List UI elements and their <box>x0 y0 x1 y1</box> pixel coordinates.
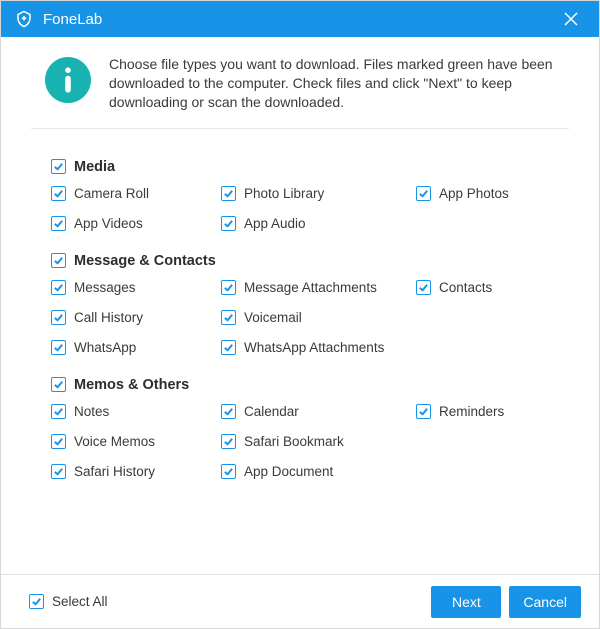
item-label: App Photos <box>439 186 509 201</box>
item-label: Safari History <box>74 464 155 479</box>
file-type-item[interactable]: WhatsApp <box>51 337 221 359</box>
group: Memos & Others Notes Calendar Reminders Voic… <box>51 377 577 483</box>
item-checkbox[interactable] <box>51 340 66 355</box>
group-checkbox[interactable] <box>51 159 66 174</box>
group-title: Media <box>74 159 115 175</box>
info-icon <box>45 57 91 103</box>
close-icon <box>563 11 579 27</box>
item-label: Messages <box>74 280 136 295</box>
item-checkbox[interactable] <box>221 464 236 479</box>
item-label: App Document <box>244 464 333 479</box>
file-type-item[interactable]: Notes <box>51 401 221 423</box>
group-title: Memos & Others <box>74 377 189 393</box>
file-type-item[interactable]: App Videos <box>51 213 221 235</box>
content-area: Choose file types you want to download. … <box>1 37 599 574</box>
grid-spacer <box>416 307 546 329</box>
file-type-item[interactable]: App Document <box>221 461 416 483</box>
groups-container: Media Camera Roll Photo Library App Photos A… <box>23 141 577 574</box>
item-checkbox[interactable] <box>221 310 236 325</box>
file-type-item[interactable]: Voice Memos <box>51 431 221 453</box>
select-all-row[interactable]: Select All <box>29 591 423 613</box>
item-label: Call History <box>74 310 143 325</box>
group: Media Camera Roll Photo Library App Photos A… <box>51 159 577 235</box>
item-checkbox[interactable] <box>221 340 236 355</box>
file-type-item[interactable]: Contacts <box>416 277 546 299</box>
item-label: Calendar <box>244 404 299 419</box>
file-type-item[interactable]: Safari History <box>51 461 221 483</box>
item-label: App Audio <box>244 216 306 231</box>
file-type-item[interactable]: Calendar <box>221 401 416 423</box>
divider <box>31 128 569 129</box>
item-checkbox[interactable] <box>416 404 431 419</box>
file-type-item[interactable]: Camera Roll <box>51 183 221 205</box>
item-label: Photo Library <box>244 186 324 201</box>
item-label: WhatsApp Attachments <box>244 340 384 355</box>
app-window: FoneLab Choose file types you want to do… <box>0 0 600 629</box>
group-grid: Camera Roll Photo Library App Photos App Vi… <box>51 183 577 235</box>
file-type-item[interactable]: Voicemail <box>221 307 416 329</box>
intro-text: Choose file types you want to download. … <box>109 55 569 112</box>
group: Message & Contacts Messages Message Attach… <box>51 253 577 359</box>
next-button[interactable]: Next <box>431 586 501 618</box>
group-header[interactable]: Media <box>51 159 577 175</box>
item-label: Safari Bookmark <box>244 434 344 449</box>
app-title: FoneLab <box>43 11 553 28</box>
item-checkbox[interactable] <box>221 434 236 449</box>
item-checkbox[interactable] <box>51 310 66 325</box>
footer: Select All Next Cancel <box>1 574 599 628</box>
item-checkbox[interactable] <box>51 434 66 449</box>
item-checkbox[interactable] <box>416 280 431 295</box>
file-type-item[interactable]: WhatsApp Attachments <box>221 337 416 359</box>
group-header[interactable]: Memos & Others <box>51 377 577 393</box>
item-checkbox[interactable] <box>221 280 236 295</box>
file-type-item[interactable]: Messages <box>51 277 221 299</box>
file-type-item[interactable]: App Audio <box>221 213 416 235</box>
app-logo-icon <box>15 10 33 28</box>
item-checkbox[interactable] <box>51 186 66 201</box>
item-label: Message Attachments <box>244 280 377 295</box>
item-label: Reminders <box>439 404 504 419</box>
group-checkbox[interactable] <box>51 377 66 392</box>
close-button[interactable] <box>553 1 589 37</box>
group-header[interactable]: Message & Contacts <box>51 253 577 269</box>
item-checkbox[interactable] <box>221 216 236 231</box>
item-label: Notes <box>74 404 109 419</box>
item-checkbox[interactable] <box>51 216 66 231</box>
item-checkbox[interactable] <box>51 404 66 419</box>
file-type-item[interactable]: Safari Bookmark <box>221 431 416 453</box>
item-label: Camera Roll <box>74 186 149 201</box>
file-type-item[interactable]: Call History <box>51 307 221 329</box>
item-label: Voicemail <box>244 310 302 325</box>
file-type-item[interactable]: Message Attachments <box>221 277 416 299</box>
item-checkbox[interactable] <box>416 186 431 201</box>
item-label: WhatsApp <box>74 340 136 355</box>
item-checkbox[interactable] <box>51 280 66 295</box>
item-checkbox[interactable] <box>51 464 66 479</box>
file-type-item[interactable]: Photo Library <box>221 183 416 205</box>
titlebar: FoneLab <box>1 1 599 37</box>
group-grid: Messages Message Attachments Contacts Call … <box>51 277 577 359</box>
file-type-item[interactable]: Reminders <box>416 401 546 423</box>
item-label: Contacts <box>439 280 492 295</box>
item-label: Voice Memos <box>74 434 155 449</box>
grid-spacer <box>416 431 546 453</box>
select-all-checkbox[interactable] <box>29 594 44 609</box>
group-grid: Notes Calendar Reminders Voice Memos Safari … <box>51 401 577 483</box>
item-checkbox[interactable] <box>221 186 236 201</box>
group-title: Message & Contacts <box>74 253 216 269</box>
item-checkbox[interactable] <box>221 404 236 419</box>
cancel-button[interactable]: Cancel <box>509 586 581 618</box>
select-all-label: Select All <box>52 594 108 609</box>
file-type-item[interactable]: App Photos <box>416 183 546 205</box>
group-checkbox[interactable] <box>51 253 66 268</box>
intro-row: Choose file types you want to download. … <box>45 55 569 128</box>
item-label: App Videos <box>74 216 143 231</box>
